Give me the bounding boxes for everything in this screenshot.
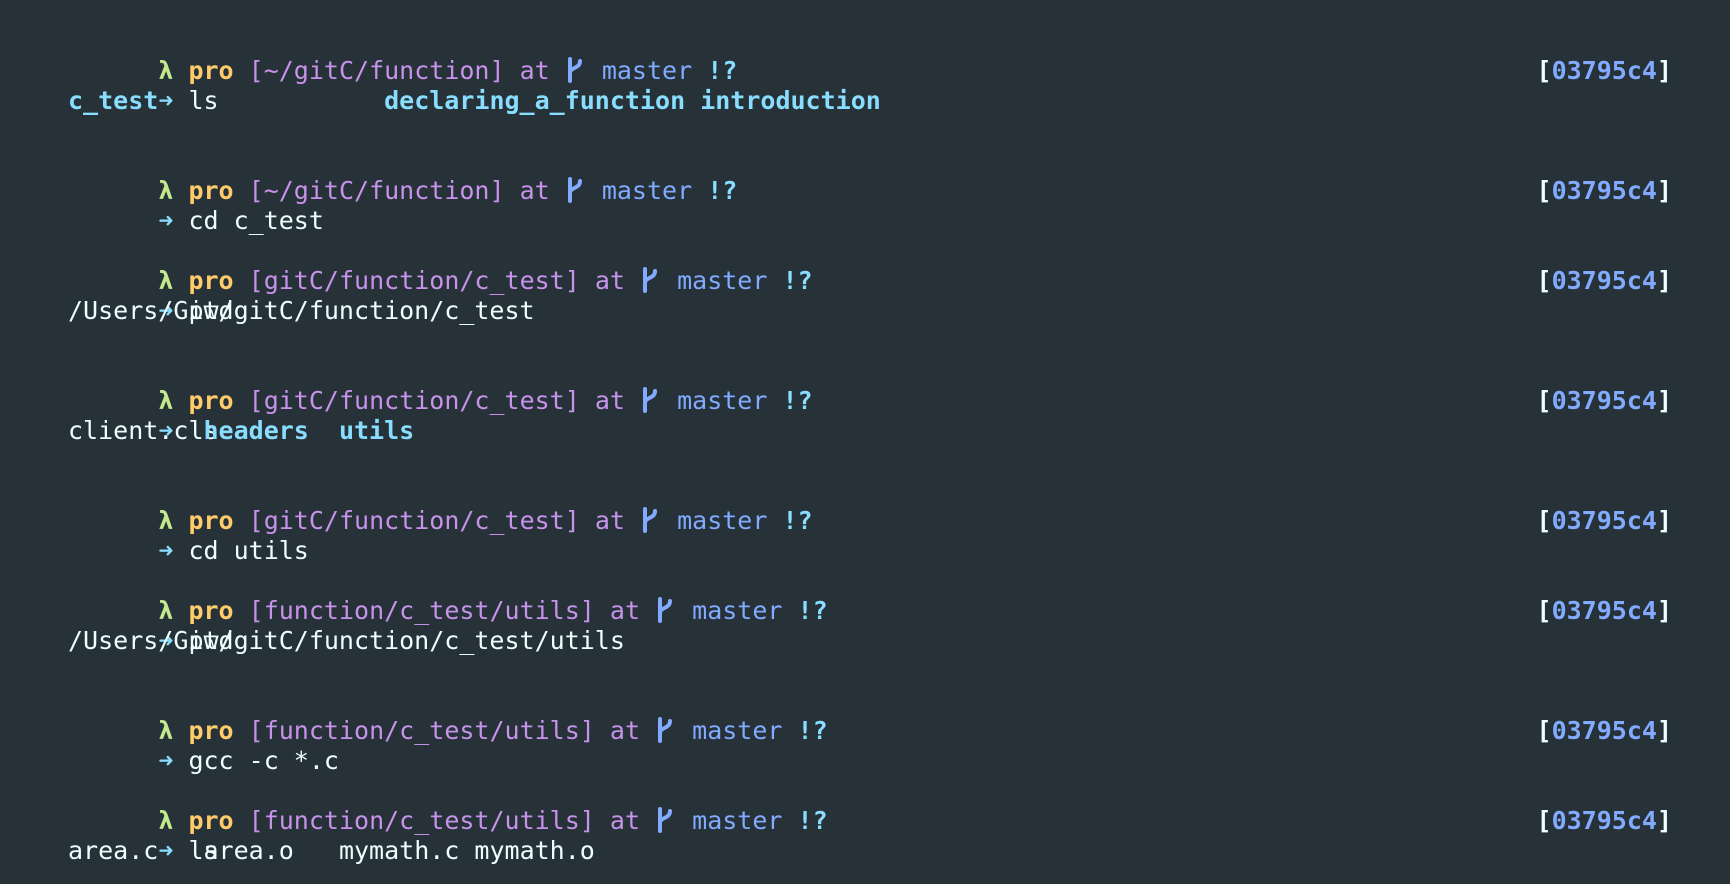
- commit-hash: 03795c4: [1551, 806, 1657, 835]
- directory-entry: c_test: [68, 86, 159, 115]
- prompt-line: λ pro [~/gitC/function] at master !?: [68, 26, 1730, 85]
- rprompt-close-bracket: ]: [1656, 56, 1672, 85]
- command-output: /Users/Git/gitC/function/c_test: [68, 296, 1730, 326]
- command-block: λ pro [function/c_test/utils] at master …: [68, 686, 1730, 775]
- commit-hash: 03795c4: [1551, 176, 1657, 205]
- rprompt-open-bracket: [: [1536, 386, 1552, 415]
- rprompt-open-bracket: [: [1536, 716, 1552, 745]
- right-prompt-commit: [03795c4]: [1537, 596, 1672, 626]
- commit-hash: 03795c4: [1551, 716, 1657, 745]
- command-line: ➜ cd c_test [03795c4]: [68, 176, 1730, 235]
- rprompt-close-bracket: ]: [1656, 716, 1672, 745]
- command-output: client.c headers utils: [68, 416, 1730, 446]
- right-arrow-icon: ➜: [158, 746, 174, 775]
- file-entry: /Users/Git/gitC/function/c_test: [68, 296, 535, 325]
- command-output: c_test declaring_a_function introduction: [68, 86, 1730, 116]
- right-prompt-commit: [03795c4]: [1537, 56, 1672, 86]
- right-prompt-commit: [03795c4]: [1537, 386, 1672, 416]
- output-line: area.c area.o mymath.c mymath.o: [68, 836, 1730, 866]
- rprompt-open-bracket: [: [1536, 266, 1552, 295]
- rprompt-close-bracket: ]: [1656, 386, 1672, 415]
- commit-hash: 03795c4: [1551, 56, 1657, 85]
- output-line: /Users/Git/gitC/function/c_test/utils: [68, 626, 1730, 656]
- terminal-window[interactable]: λ pro [~/gitC/function] at master !? ➜ l…: [0, 0, 1730, 884]
- commit-hash: 03795c4: [1551, 506, 1657, 535]
- prompt-line: λ pro [function/c_test/utils] at master …: [68, 566, 1730, 625]
- command-text[interactable]: gcc -c *.c: [188, 746, 339, 775]
- file-entry: /Users/Git/gitC/function/c_test/utils: [68, 626, 625, 655]
- command-line: ➜ ls [03795c4]: [68, 56, 1730, 115]
- command-block: λ pro [gitC/function/c_test] at master !…: [68, 236, 1730, 326]
- commit-hash: 03795c4: [1551, 596, 1657, 625]
- rprompt-close-bracket: ]: [1656, 596, 1672, 625]
- directory-entry: utils: [338, 416, 415, 445]
- command-block: λ pro [gitC/function/c_test] at master !…: [68, 356, 1730, 446]
- command-block: λ pro [function/c_test/utils] at master …: [68, 566, 1730, 656]
- right-arrow-icon: ➜: [158, 206, 174, 235]
- directory-entry: introduction: [700, 86, 881, 115]
- rprompt-open-bracket: [: [1536, 506, 1552, 535]
- output-line: /Users/Git/gitC/function/c_test: [68, 296, 1730, 326]
- file-entry: area.c: [68, 836, 159, 865]
- command-block: λ pro [function/c_test/utils] at master …: [68, 776, 1730, 866]
- prompt-line: λ pro [function/c_test/utils] at master …: [68, 776, 1730, 835]
- command-block: λ pro [gitC/function/c_test] at master !…: [68, 476, 1730, 565]
- output-line: c_test declaring_a_function introduction: [68, 86, 1730, 116]
- rprompt-open-bracket: [: [1536, 176, 1552, 205]
- rprompt-open-bracket: [: [1536, 56, 1552, 85]
- right-prompt-commit: [03795c4]: [1537, 176, 1672, 206]
- command-block: λ pro [~/gitC/function] at master !? ➜ c…: [68, 146, 1730, 235]
- output-line: client.c headers utils: [68, 416, 1730, 446]
- command-line: ➜ pwd [03795c4]: [68, 266, 1730, 325]
- directory-entry: headers: [203, 416, 309, 445]
- file-entry: mymath.o: [474, 836, 595, 865]
- rprompt-close-bracket: ]: [1656, 266, 1672, 295]
- rprompt-close-bracket: ]: [1656, 506, 1672, 535]
- right-prompt-commit: [03795c4]: [1537, 506, 1672, 536]
- prompt-line: λ pro [gitC/function/c_test] at master !…: [68, 356, 1730, 415]
- directory-entry: declaring_a_function: [384, 86, 686, 115]
- file-entry: area.o: [203, 836, 294, 865]
- command-line: ➜ pwd [03795c4]: [68, 596, 1730, 655]
- right-prompt-commit: [03795c4]: [1537, 716, 1672, 746]
- commit-hash: 03795c4: [1551, 386, 1657, 415]
- command-text[interactable]: cd utils: [188, 536, 308, 565]
- command-block: λ pro [~/gitC/function] at master !? ➜ l…: [68, 26, 1730, 116]
- rprompt-close-bracket: ]: [1656, 176, 1672, 205]
- command-output: /Users/Git/gitC/function/c_test/utils: [68, 626, 1730, 656]
- prompt-line: λ pro [gitC/function/c_test] at master !…: [68, 476, 1730, 535]
- command-line: ➜ ls [03795c4]: [68, 386, 1730, 445]
- prompt-line: λ pro [~/gitC/function] at master !?: [68, 146, 1730, 205]
- command-line: ➜ ls [03795c4]: [68, 806, 1730, 865]
- rprompt-open-bracket: [: [1536, 806, 1552, 835]
- right-prompt-commit: [03795c4]: [1537, 266, 1672, 296]
- prompt-line: λ pro [function/c_test/utils] at master …: [68, 686, 1730, 745]
- command-output: area.c area.o mymath.c mymath.o: [68, 836, 1730, 866]
- rprompt-close-bracket: ]: [1656, 806, 1672, 835]
- command-line: ➜ gcc -c *.c [03795c4]: [68, 716, 1730, 775]
- file-entry: client.c: [68, 416, 189, 445]
- command-line: ➜ cd utils [03795c4]: [68, 506, 1730, 565]
- rprompt-open-bracket: [: [1536, 596, 1552, 625]
- prompt-line: λ pro [gitC/function/c_test] at master !…: [68, 236, 1730, 295]
- right-arrow-icon: ➜: [158, 536, 174, 565]
- commit-hash: 03795c4: [1551, 266, 1657, 295]
- right-prompt-commit: [03795c4]: [1537, 806, 1672, 836]
- command-text[interactable]: cd c_test: [188, 206, 323, 235]
- file-entry: mymath.c: [338, 836, 460, 865]
